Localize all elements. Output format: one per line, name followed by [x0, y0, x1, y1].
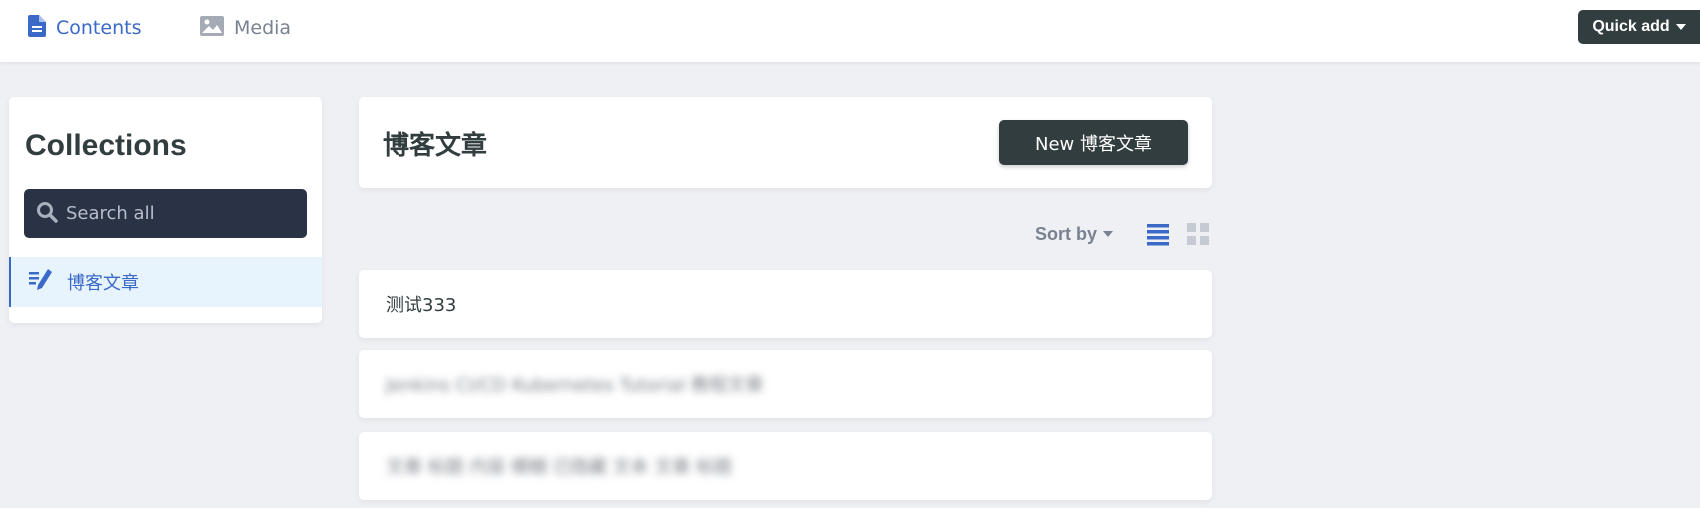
nav-contents-label: Contents — [56, 17, 142, 39]
list-item[interactable]: 测试333 — [359, 270, 1212, 338]
entry-title: 测试333 — [386, 295, 457, 316]
entry-title: Jenkins CI/CD Kubernetes Tutorial 教程文章 — [386, 375, 764, 396]
chevron-down-icon — [1675, 24, 1686, 30]
sidebar-item-blog-posts[interactable]: 博客文章 — [9, 257, 322, 307]
search-icon — [36, 201, 58, 227]
entry-title: 文章 标题 内容 模糊 已隐藏 文本 文章 标题 — [386, 457, 733, 478]
search-box[interactable] — [24, 189, 307, 238]
list-item[interactable]: 文章 标题 内容 模糊 已隐藏 文本 文章 标题 — [359, 432, 1212, 500]
chevron-down-icon — [1103, 231, 1114, 237]
nav-media-label: Media — [234, 17, 292, 39]
quick-add-button[interactable]: Quick add — [1578, 10, 1700, 44]
list-item[interactable]: Jenkins CI/CD Kubernetes Tutorial 教程文章 — [359, 350, 1212, 418]
document-icon — [28, 14, 46, 42]
nav-contents[interactable]: Contents — [28, 0, 141, 56]
search-input[interactable] — [66, 203, 296, 224]
collections-sidebar: Collections 博客文章 — [9, 97, 322, 323]
sort-by-label: Sort by — [1035, 223, 1098, 244]
sort-by-dropdown[interactable]: Sort by — [1035, 222, 1114, 246]
image-icon — [200, 15, 224, 41]
list-view-icon[interactable] — [1146, 222, 1170, 250]
quick-add-label: Quick add — [1592, 18, 1670, 35]
collection-header: 博客文章 New 博客文章 — [359, 97, 1212, 188]
nav-media[interactable]: Media — [200, 0, 291, 56]
sidebar-item-label: 博客文章 — [67, 273, 139, 294]
grid-view-icon[interactable] — [1186, 222, 1210, 250]
sidebar-title: Collections — [25, 129, 187, 162]
collection-title: 博客文章 — [383, 131, 488, 161]
edit-list-icon — [29, 268, 53, 296]
top-bar: Contents Media Quick add — [0, 0, 1700, 62]
new-entry-button[interactable]: New 博客文章 — [999, 120, 1188, 165]
